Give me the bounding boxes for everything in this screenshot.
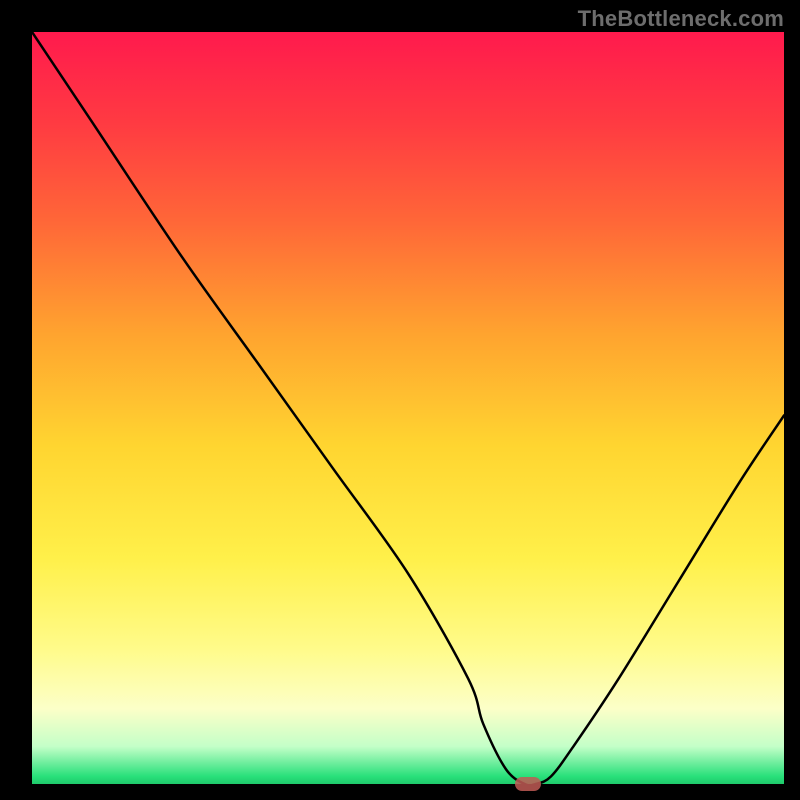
chart-frame: TheBottleneck.com — [0, 0, 800, 800]
plot-area — [32, 32, 784, 784]
watermark-text: TheBottleneck.com — [578, 6, 784, 32]
curve-path — [32, 32, 784, 784]
bottleneck-curve — [32, 32, 784, 784]
optimal-marker — [515, 777, 541, 791]
